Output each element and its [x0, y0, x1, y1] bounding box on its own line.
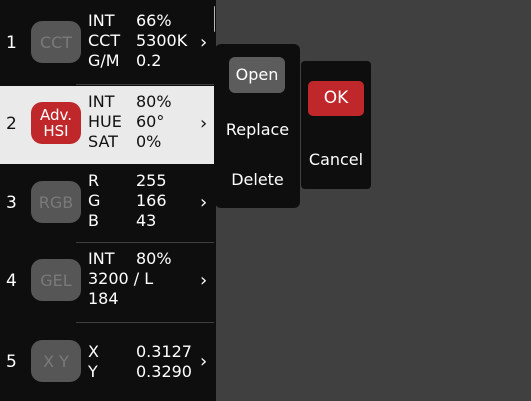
value-hue: 60°	[136, 112, 165, 131]
open-button[interactable]: Open	[229, 57, 285, 93]
gel-line: 3200 / L	[88, 269, 154, 288]
chevron-right-icon[interactable]: ›	[200, 33, 207, 53]
preset-number: 5	[6, 352, 17, 372]
value-sat: 0%	[136, 132, 162, 151]
row-divider	[76, 84, 214, 85]
preset-action-menu: Open Replace Delete	[215, 44, 300, 208]
replace-button[interactable]: Replace	[215, 120, 300, 139]
preset-keys: X Y	[88, 342, 99, 382]
key-cct: CCT	[88, 31, 121, 50]
mode-badge-rgb: RGB	[31, 181, 81, 223]
value-r: 255	[136, 171, 167, 190]
preset-number: 2	[6, 114, 17, 134]
mode-badge-adv-hsi: Adv. HSI	[31, 102, 81, 144]
value-int: 80%	[136, 249, 172, 268]
preset-values: 0.3127 0.3290	[136, 342, 192, 382]
mode-badge-gel: GEL	[31, 259, 81, 301]
preset-number: 4	[6, 271, 17, 291]
confirm-dialog: OK Cancel	[301, 61, 371, 189]
value-x: 0.3127	[136, 342, 192, 361]
key-gm: G/M	[88, 51, 120, 70]
badge-line-2: HSI	[43, 122, 69, 140]
key-sat: SAT	[88, 132, 118, 151]
preset-number: 3	[6, 193, 17, 213]
key-x: X	[88, 342, 99, 361]
preset-values: 80%	[136, 249, 172, 269]
value-g: 166	[136, 191, 167, 210]
ok-button[interactable]: OK	[308, 81, 364, 116]
key-hue: HUE	[88, 112, 122, 131]
value-gm: 0.2	[136, 51, 162, 70]
preset-list[interactable]: 1 CCT INT CCT G/M 66% 5300K 0.2 › 2 Adv.…	[0, 0, 216, 401]
value-y: 0.3290	[136, 362, 192, 381]
preset-keys: R G B	[88, 171, 100, 231]
mode-badge-cct: CCT	[31, 21, 81, 63]
chevron-right-icon[interactable]: ›	[200, 193, 207, 213]
preset-keys: INT CCT G/M	[88, 11, 120, 71]
value-cct: 5300K	[136, 31, 188, 50]
preset-row-2[interactable]: 2 Adv. HSI INT HUE SAT 80% 60° 0% ›	[0, 86, 214, 164]
preset-row-1[interactable]: 1 CCT INT CCT G/M 66% 5300K 0.2 ›	[0, 5, 214, 83]
preset-values: 66% 5300K 0.2	[136, 11, 187, 71]
preset-row-5[interactable]: 5 X Y X Y 0.3127 0.3290 ›	[0, 324, 214, 401]
cancel-button[interactable]: Cancel	[301, 150, 371, 169]
key-int: INT	[88, 92, 115, 111]
chevron-right-icon[interactable]: ›	[200, 271, 207, 291]
chevron-right-icon[interactable]: ›	[200, 114, 207, 134]
key-y: Y	[88, 362, 98, 381]
value-b: 43	[136, 211, 157, 230]
preset-row-3[interactable]: 3 RGB R G B 255 166 43 ›	[0, 165, 214, 243]
row-divider	[76, 322, 214, 323]
key-int: INT	[88, 11, 115, 30]
key-b: B	[88, 211, 99, 230]
preset-values: 255 166 43	[136, 171, 167, 231]
key-g: G	[88, 191, 101, 210]
preset-row-4[interactable]: 4 GEL INT 3200 / L 184 80% ›	[0, 243, 214, 321]
chevron-right-icon[interactable]: ›	[200, 352, 207, 372]
preset-number: 1	[6, 33, 17, 53]
value-int: 80%	[136, 92, 172, 111]
delete-button[interactable]: Delete	[215, 170, 300, 189]
preset-values: 80% 60° 0%	[136, 92, 172, 152]
value-int: 66%	[136, 11, 172, 30]
mode-badge-xy: X Y	[31, 340, 81, 382]
key-r: R	[88, 171, 100, 190]
badge-line-1: Adv.	[40, 106, 72, 124]
gel-number: 184	[88, 289, 119, 308]
preset-keys: INT HUE SAT	[88, 92, 122, 152]
